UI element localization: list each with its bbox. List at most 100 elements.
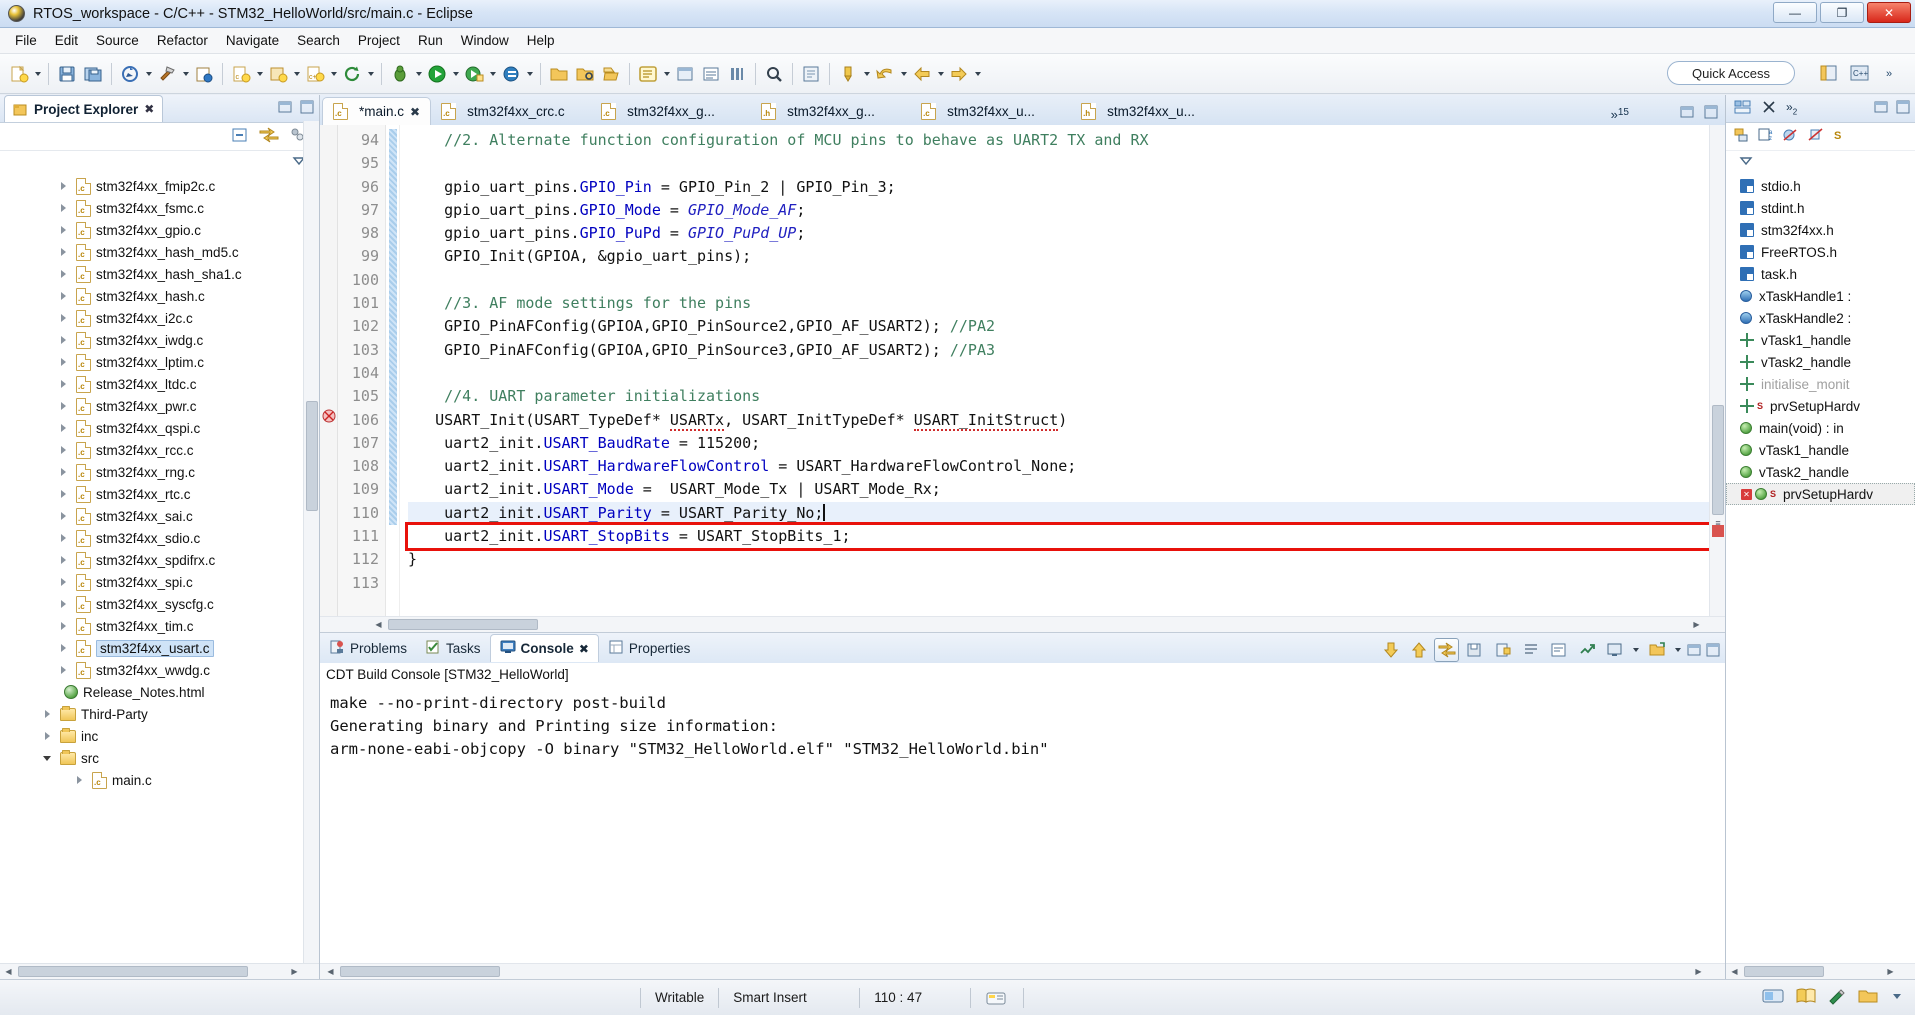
new-c-file-dropdown-icon[interactable] bbox=[328, 60, 339, 88]
menu-edit[interactable]: Edit bbox=[46, 30, 87, 51]
console-tab[interactable]: Properties bbox=[599, 634, 700, 662]
marker-dropdown-icon[interactable] bbox=[861, 60, 872, 88]
scroll-left-icon[interactable]: ◀ bbox=[324, 965, 337, 978]
tree-collapsed-arrow-icon[interactable] bbox=[58, 598, 70, 610]
outline-item[interactable]: stdint.h bbox=[1726, 197, 1915, 219]
collapse-all-icon[interactable] bbox=[231, 126, 249, 147]
perspective-overflow-icon[interactable]: » bbox=[1879, 60, 1907, 86]
project-tree-item[interactable]: .c stm32f4xx_i2c.c bbox=[0, 307, 319, 329]
status-indicator-icon[interactable] bbox=[971, 986, 1023, 1010]
status-dropdown-icon[interactable] bbox=[1889, 987, 1905, 1008]
editor-tab[interactable]: .c stm32f4xx_crc.c bbox=[431, 97, 591, 125]
hide-fields-icon[interactable] bbox=[1782, 127, 1800, 146]
previous-edit-icon[interactable] bbox=[872, 60, 898, 88]
back-icon[interactable] bbox=[909, 60, 935, 88]
code-line[interactable]: uart2_init.USART_HardwareFlowControl = U… bbox=[408, 455, 1709, 478]
editor-code-area[interactable]: //2. Alternate function configuration of… bbox=[400, 125, 1709, 616]
open-element-icon[interactable] bbox=[572, 60, 598, 88]
outline-item[interactable]: SprvSetupHardv bbox=[1726, 395, 1915, 417]
build-all-icon[interactable] bbox=[117, 60, 143, 88]
project-tree-item[interactable]: .c stm32f4xx_fsmc.c bbox=[0, 197, 319, 219]
tree-collapsed-arrow-icon[interactable] bbox=[58, 466, 70, 478]
tree-collapsed-arrow-icon[interactable] bbox=[58, 202, 70, 214]
scroll-right-icon[interactable]: ▶ bbox=[1884, 965, 1897, 978]
console-tab[interactable]: Console ✖ bbox=[489, 634, 599, 662]
book-icon[interactable] bbox=[1795, 987, 1817, 1008]
project-tree-item[interactable]: .c stm32f4xx_sai.c bbox=[0, 505, 319, 527]
open-folder-icon[interactable] bbox=[546, 60, 572, 88]
build-all-dropdown-icon[interactable] bbox=[143, 60, 154, 88]
tab-project-explorer[interactable]: Project Explorer ✖ bbox=[4, 95, 164, 122]
scrollbar-thumb[interactable] bbox=[388, 619, 538, 630]
tree-collapsed-arrow-icon[interactable] bbox=[58, 532, 70, 544]
scroll-left-icon[interactable]: ◀ bbox=[2, 965, 15, 978]
save-all-icon[interactable] bbox=[80, 60, 106, 88]
scroll-left-icon[interactable]: ◀ bbox=[1728, 965, 1741, 978]
menu-help[interactable]: Help bbox=[518, 30, 564, 51]
tree-collapsed-arrow-icon[interactable] bbox=[42, 708, 54, 720]
outline-item[interactable]: vTask1_handle bbox=[1726, 329, 1915, 351]
minimize-button[interactable]: — bbox=[1773, 2, 1817, 23]
code-line[interactable]: } bbox=[408, 548, 1709, 571]
minimize-icon[interactable] bbox=[1679, 104, 1695, 120]
tree-collapsed-arrow-icon[interactable] bbox=[58, 664, 70, 676]
external-tools-dropdown-icon[interactable] bbox=[487, 60, 498, 88]
code-line[interactable] bbox=[408, 572, 1709, 595]
code-line[interactable]: //4. UART parameter initializations bbox=[408, 385, 1709, 408]
tree-collapsed-arrow-icon[interactable] bbox=[58, 444, 70, 456]
project-tree-item[interactable]: .c stm32f4xx_sdio.c bbox=[0, 527, 319, 549]
scrollbar-thumb[interactable] bbox=[1744, 966, 1824, 977]
code-line[interactable]: uart2_init.USART_StopBits = USART_StopBi… bbox=[405, 522, 1709, 552]
code-line[interactable]: uart2_init.USART_BaudRate = 115200; bbox=[408, 432, 1709, 455]
tree-collapsed-arrow-icon[interactable] bbox=[58, 334, 70, 346]
forward-dropdown-icon[interactable] bbox=[972, 60, 983, 88]
code-line[interactable]: //2. Alternate function configuration of… bbox=[408, 129, 1709, 152]
code-line[interactable]: USART_Init(USART_TypeDef* USARTx, USART_… bbox=[408, 409, 1709, 432]
editor-tab[interactable]: .c stm32f4xx_u... bbox=[911, 97, 1071, 125]
menu-source[interactable]: Source bbox=[87, 30, 148, 51]
scroll-up-icon[interactable] bbox=[1406, 638, 1431, 662]
scroll-left-icon[interactable]: ◀ bbox=[372, 618, 385, 631]
clear-console-icon[interactable] bbox=[1518, 638, 1543, 662]
build-dropdown-icon[interactable] bbox=[180, 60, 191, 88]
editor-body[interactable]: 94 95 96 97 98 99 100 101 102 103 104 105 106 107 108 1… bbox=[320, 125, 1725, 616]
code-line[interactable]: gpio_uart_pins.GPIO_PuPd = GPIO_PuPd_UP; bbox=[408, 222, 1709, 245]
outline-item[interactable]: ✕ SprvSetupHardv bbox=[1726, 483, 1915, 505]
code-line[interactable]: gpio_uart_pins.GPIO_Pin = GPIO_Pin_2 | G… bbox=[408, 176, 1709, 199]
editor-tab[interactable]: .c *main.c ✖ bbox=[322, 97, 432, 125]
code-line[interactable] bbox=[408, 152, 1709, 175]
editor-folding-bar[interactable] bbox=[386, 125, 400, 616]
scrollbar-thumb[interactable] bbox=[340, 966, 500, 977]
outline-item[interactable]: stdio.h bbox=[1726, 175, 1915, 197]
project-tree-item[interactable]: .c stm32f4xx_wwdg.c bbox=[0, 659, 319, 681]
maximize-icon[interactable] bbox=[1895, 99, 1911, 115]
project-tree-item[interactable]: .c stm32f4xx_fmip2c.c bbox=[0, 175, 319, 197]
console-tab[interactable]: Problems bbox=[320, 634, 416, 662]
outline-item[interactable]: FreeRTOS.h bbox=[1726, 241, 1915, 263]
maximize-icon[interactable] bbox=[1703, 104, 1719, 120]
forward-icon[interactable] bbox=[946, 60, 972, 88]
pin-console-icon[interactable] bbox=[1574, 638, 1599, 662]
project-tree-item[interactable]: .c stm32f4xx_tim.c bbox=[0, 615, 319, 637]
outline-list[interactable]: stdio.h stdint.h stm32f4xx.h FreeRTOS.h task… bbox=[1726, 173, 1915, 963]
new-c-class-icon[interactable]: c bbox=[228, 60, 254, 88]
tree-collapsed-arrow-icon[interactable] bbox=[42, 730, 54, 742]
scroll-down-icon[interactable] bbox=[1378, 638, 1403, 662]
outline-item[interactable]: main(void) : in bbox=[1726, 417, 1915, 439]
outline-item[interactable]: task.h bbox=[1726, 263, 1915, 285]
last-edit-location-icon[interactable] bbox=[635, 60, 661, 88]
scrollbar-thumb[interactable] bbox=[306, 401, 318, 511]
open-type-icon[interactable] bbox=[598, 60, 624, 88]
new-wizard-dropdown-icon[interactable] bbox=[32, 60, 43, 88]
sort-icon[interactable]: az bbox=[1758, 127, 1775, 146]
open-console-dropdown-icon[interactable] bbox=[1672, 636, 1683, 664]
new-c-project-icon[interactable] bbox=[265, 60, 291, 88]
project-tree-item[interactable]: .c stm32f4xx_spdifrx.c bbox=[0, 549, 319, 571]
debug-dropdown-icon[interactable] bbox=[413, 60, 424, 88]
project-tree-item[interactable]: .c stm32f4xx_pwr.c bbox=[0, 395, 319, 417]
close-icon[interactable]: ✖ bbox=[579, 642, 589, 656]
menu-window[interactable]: Window bbox=[452, 30, 518, 51]
console-hscrollbar[interactable]: ◀ ▶ bbox=[320, 963, 1725, 979]
link-with-editor-icon[interactable] bbox=[259, 126, 279, 147]
project-tree-item[interactable]: .c stm32f4xx_usart.c bbox=[0, 637, 319, 659]
